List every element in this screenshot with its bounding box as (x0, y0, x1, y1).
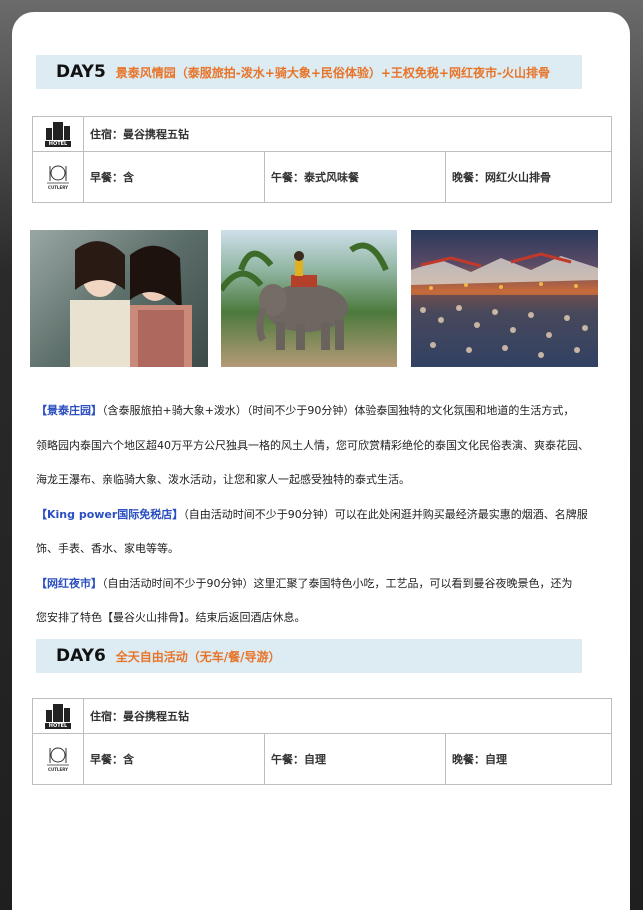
day6-info-table: HOTEL 住宿：曼谷携程五钻 CUTLERY 早餐：含 午餐：自理 晚餐：自理 (32, 698, 612, 785)
highlight-night-market: 【网红夜市】 (36, 576, 102, 590)
cutlery-icon-cell: CUTLERY (32, 151, 84, 203)
svg-text:CUTLERY: CUTLERY (48, 185, 68, 190)
hotel-icon: HOTEL (44, 121, 72, 147)
hotel-icon: HOTEL (44, 703, 72, 729)
day5-label: DAY5 (56, 62, 106, 82)
cutlery-icon: CUTLERY (47, 747, 69, 772)
description-text: 【景泰庄园】（含泰服旅拍+骑大象+泼水）（时间不少于90分钟）体验泰国独特的文化… (36, 404, 589, 624)
cutlery-icon-cell: CUTLERY (32, 733, 84, 785)
day5-banner: DAY5 景泰风情园（泰服旅拍-泼水+骑大象+民俗体验）+王权免税+网红夜市-火… (36, 55, 582, 89)
svg-text:CUTLERY: CUTLERY (48, 767, 68, 772)
day5-info-table: HOTEL 住宿：曼谷携程五钻 CUTLERY 早餐：含 午餐：泰式风味餐 晚餐… (32, 116, 612, 203)
photo-night-market (411, 230, 598, 367)
photo-row (30, 230, 600, 370)
hotel-icon-cell: HOTEL (32, 116, 84, 152)
day6-label: DAY6 (56, 646, 106, 666)
hotel-icon-cell: HOTEL (32, 698, 84, 734)
day6-hotel: 住宿：曼谷携程五钻 (83, 698, 612, 734)
highlight-king-power: 【King power国际免税店】 (36, 507, 184, 521)
day6-dinner: 晚餐：自理 (445, 733, 612, 785)
photo-thai-costume (30, 230, 208, 367)
day5-breakfast: 早餐：含 (83, 151, 265, 203)
day5-dinner: 晚餐：网红火山排骨 (445, 151, 612, 203)
day5-title: 景泰风情园（泰服旅拍-泼水+骑大象+民俗体验）+王权免税+网红夜市-火山排骨 (115, 65, 550, 80)
day6-breakfast: 早餐：含 (83, 733, 265, 785)
day5-lunch: 午餐：泰式风味餐 (264, 151, 446, 203)
cutlery-icon: CUTLERY (47, 165, 69, 190)
day5-hotel: 住宿：曼谷携程五钻 (83, 116, 612, 152)
highlight-jingtai: 【景泰庄园】 (36, 404, 102, 417)
day6-title: 全天自由活动（无车/餐/导游） (115, 649, 281, 664)
day6-lunch: 午餐：自理 (264, 733, 446, 785)
day6-banner: DAY6 全天自由活动（无车/餐/导游） (36, 639, 582, 673)
photo-elephant-ride (221, 230, 397, 367)
